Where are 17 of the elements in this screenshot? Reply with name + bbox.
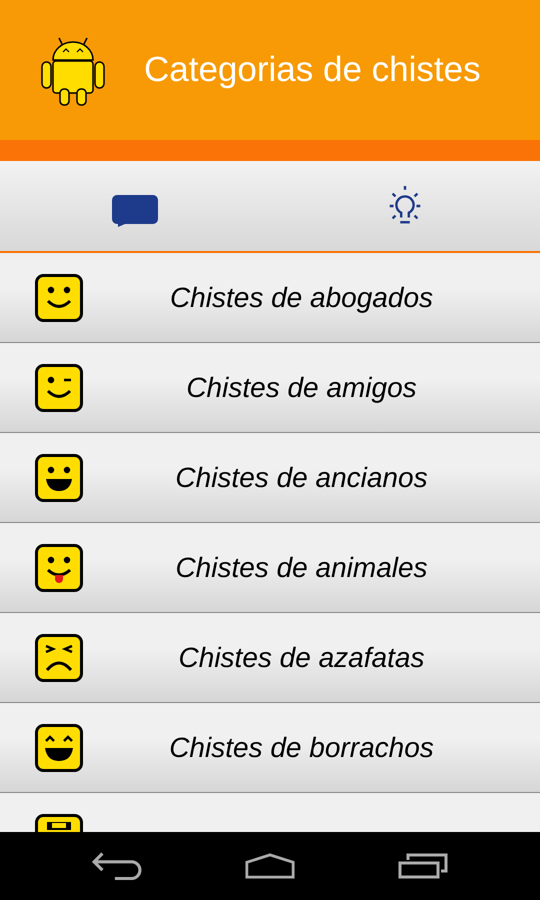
winking-face-icon bbox=[35, 364, 83, 412]
category-label: Chistes de ancianos bbox=[174, 462, 429, 494]
grinning-face-icon bbox=[35, 454, 83, 502]
category-label: Chistes de borrachos bbox=[168, 732, 435, 764]
tongue-face-icon bbox=[35, 544, 83, 592]
laughing-face-icon bbox=[35, 724, 83, 772]
category-label: Chistes de abogados bbox=[168, 282, 434, 314]
category-label: Chistes de amigos bbox=[185, 372, 418, 404]
category-label: Chistes de animales bbox=[174, 552, 429, 584]
category-label: Chistes de azafatas bbox=[178, 642, 426, 674]
back-icon[interactable] bbox=[92, 852, 142, 880]
smiley-icon bbox=[35, 274, 83, 322]
speech-bubble-icon[interactable] bbox=[112, 195, 158, 227]
recent-apps-icon[interactable] bbox=[398, 852, 448, 880]
app-title: Categorias de chistes bbox=[144, 50, 481, 90]
home-icon[interactable] bbox=[244, 852, 295, 880]
frowning-face-icon bbox=[35, 634, 83, 682]
